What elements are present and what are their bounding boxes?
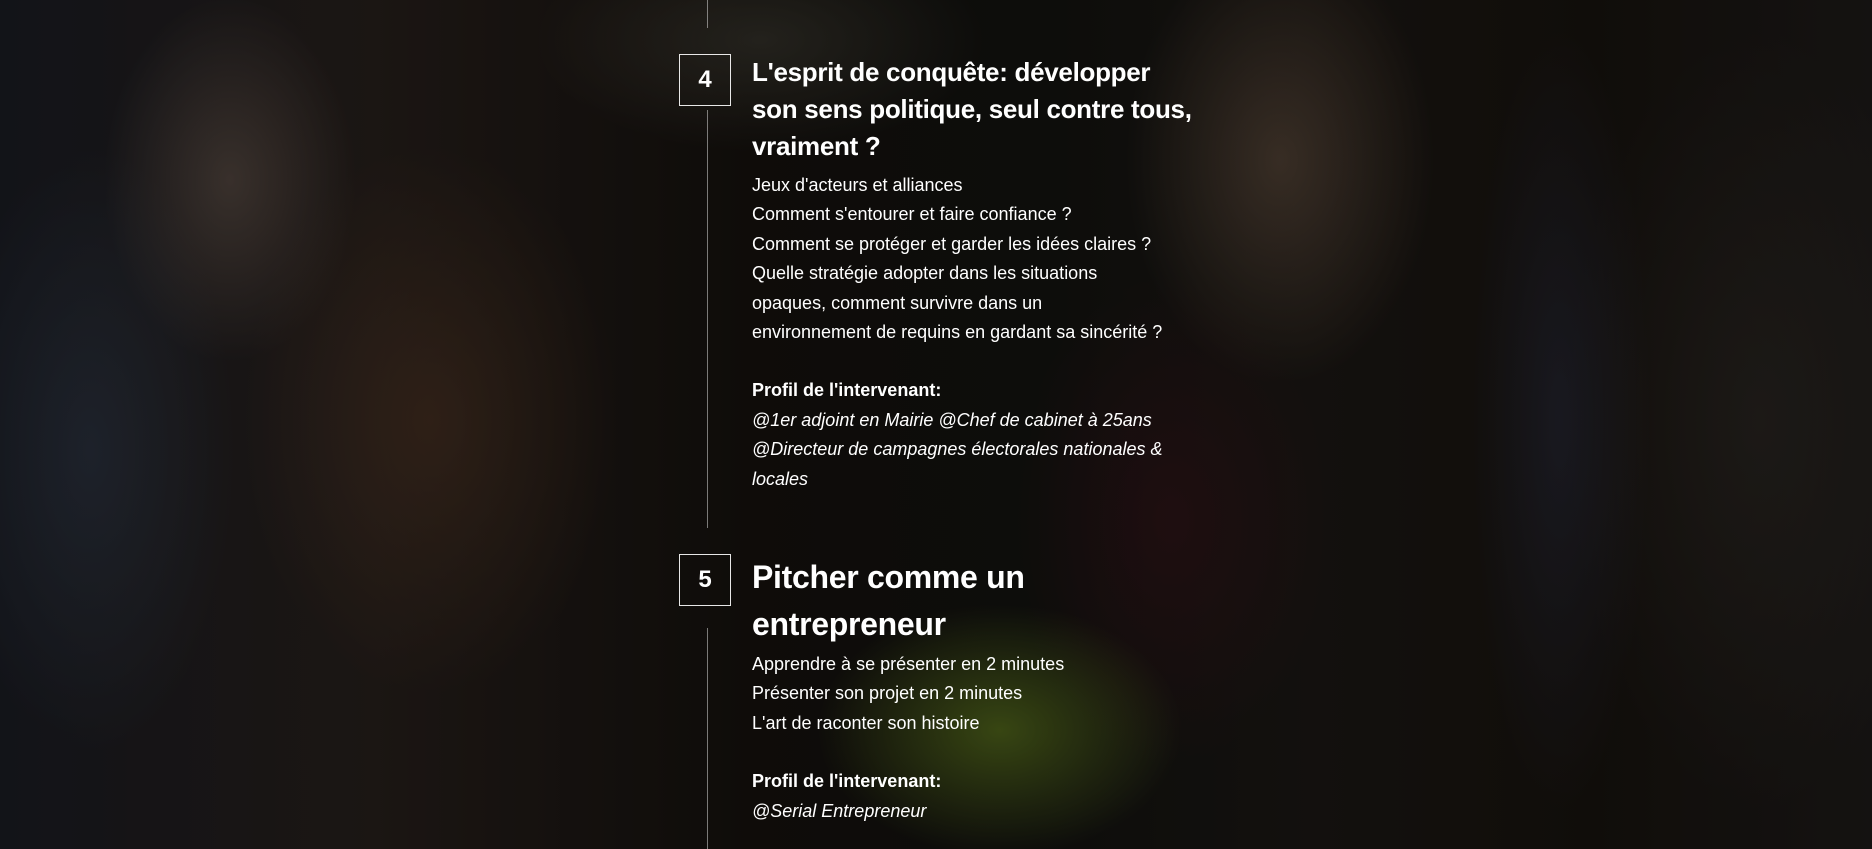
speaker-profile-text: @Directeur de campagnes électorales nati… [752,439,1163,460]
speaker-profile-label: Profil de l'intervenant: [752,771,942,792]
module-item: Présenter son projet en 2 minutes [752,683,1023,704]
module-title: L'esprit de conquête: développer son sen… [752,54,1212,165]
module-number: 5 [698,566,712,593]
module-content: Jeux d'acteurs et alliances Comment s'en… [752,171,1212,494]
timeline-line [707,110,708,528]
module-title-line: L'esprit de conquête: développer [752,57,1151,87]
program-section: 4 L'esprit de conquête: développer son s… [0,0,1872,849]
module-title-line: Pitcher comme un [752,559,1025,595]
module-item: Quelle stratégie adopter dans les situat… [752,263,1098,284]
module-item: Jeux d'acteurs et alliances [752,175,963,195]
module-number: 4 [698,66,712,93]
speaker-profile-label: Profil de l'intervenant: [752,380,942,401]
module-title-line: son sens politique, seul contre tous, [752,94,1192,124]
speaker-profile-text: @Serial Entrepreneur [752,800,927,821]
module-title: Pitcher comme un entrepreneur [752,554,1212,648]
module-item: Comment s'entourer et faire confiance ? [752,204,1072,225]
speaker-profile-text: locales [752,468,809,489]
module-number-badge: 4 [679,54,731,106]
module-item: opaques, comment survivre dans un [752,292,1043,313]
module-title-line: vraiment ? [752,131,881,161]
timeline-line [707,0,708,28]
module-item: Apprendre à se présenter en 2 minutes [752,654,1065,674]
speaker-profile-text: @1er adjoint en Mairie @Chef de cabinet … [752,409,1152,430]
module-number-badge: 5 [679,554,731,606]
module-5: Pitcher comme un entrepreneur Apprendre … [752,554,1212,826]
module-title-line: entrepreneur [752,606,946,642]
module-item: L'art de raconter son histoire [752,712,980,733]
module-item: environnement de requins en gardant sa s… [752,322,1163,343]
module-item: Comment se protéger et garder les idées … [752,233,1152,254]
module-content: Apprendre à se présenter en 2 minutes Pr… [752,650,1212,826]
timeline-line [707,628,708,849]
module-4: L'esprit de conquête: développer son sen… [752,54,1212,494]
